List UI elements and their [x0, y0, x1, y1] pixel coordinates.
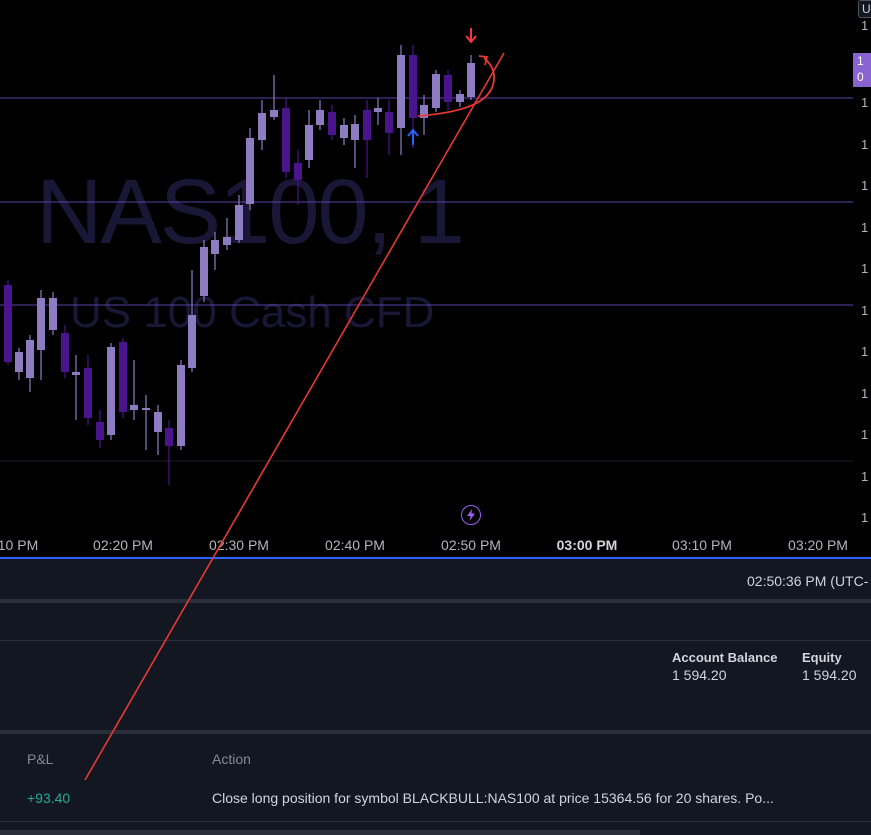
panel-separator — [0, 640, 871, 641]
candle-body — [37, 298, 45, 350]
candle-body — [340, 125, 348, 138]
price-tag-line-1: 1 — [857, 54, 864, 68]
candle-body — [305, 125, 313, 160]
candle-body — [142, 408, 150, 410]
column-header-pnl[interactable]: P&L — [27, 751, 53, 767]
account-balance-label: Account Balance — [672, 650, 778, 665]
price-tick: 1 — [861, 469, 869, 484]
candle-body — [119, 342, 127, 412]
candle-body — [467, 63, 475, 97]
candle-body — [294, 163, 302, 180]
candle-body — [200, 247, 208, 296]
price-tick: 1 — [861, 427, 869, 442]
candle-body — [154, 412, 162, 432]
sell-arrow-icon — [465, 28, 477, 44]
price-tick: 1 — [861, 386, 869, 401]
time-axis-label-bold: 03:00 PM — [556, 537, 618, 553]
candle-body — [188, 315, 196, 368]
candle-body — [4, 285, 12, 362]
pane-divider[interactable] — [0, 557, 871, 559]
candle-body — [61, 333, 69, 372]
time-axis-label: 03:20 PM — [788, 537, 848, 553]
buy-arrow-icon — [407, 128, 419, 145]
time-axis-label: 03:10 PM — [672, 537, 732, 553]
price-tick: 1 — [861, 344, 869, 359]
price-tick: 1 — [861, 510, 869, 525]
candle-body — [328, 112, 336, 135]
candle-body — [409, 55, 417, 118]
price-tick: 1 — [861, 95, 869, 110]
candle-body — [211, 240, 219, 254]
row-separator — [0, 821, 871, 822]
candle-body — [223, 237, 231, 245]
candle-body — [444, 75, 452, 102]
candlestick-chart[interactable] — [0, 0, 871, 557]
candle-body — [15, 352, 23, 372]
time-axis-label: 10 PM — [0, 537, 39, 553]
account-balance-value: 1 594.20 — [672, 667, 727, 683]
candle-body — [385, 112, 393, 133]
candle-body — [363, 110, 371, 140]
action-text: Close long position for symbol BLACKBULL… — [212, 790, 774, 806]
flash-icon[interactable] — [461, 505, 481, 525]
candle-body — [49, 298, 57, 330]
price-tick: 1 — [861, 220, 869, 235]
time-axis-label: 02:20 PM — [93, 537, 153, 553]
corner-button[interactable]: U — [858, 0, 871, 18]
time-axis-label: 02:30 PM — [209, 537, 269, 553]
candle-body — [432, 74, 440, 108]
candle-body — [177, 365, 185, 446]
candle-body — [165, 428, 173, 446]
equity-value: 1 594.20 — [802, 667, 857, 683]
candle-body — [316, 110, 324, 125]
candle-body — [72, 372, 80, 375]
panel-separator — [0, 599, 871, 603]
candle-body — [84, 368, 92, 418]
price-tick: 1 — [861, 178, 869, 193]
candle-body — [96, 422, 104, 440]
pnl-value: +93.40 — [27, 790, 71, 806]
candle-body — [420, 105, 428, 118]
candle-body — [235, 205, 243, 240]
candle-body — [130, 405, 138, 410]
candle-body — [351, 124, 359, 140]
column-header-action[interactable]: Action — [212, 751, 251, 767]
price-tick: 1 — [861, 137, 869, 152]
candle-body — [258, 113, 266, 140]
candle-body — [374, 108, 382, 112]
candle-body — [26, 340, 34, 378]
price-tick: 1 — [861, 18, 869, 33]
price-tick: 1 — [861, 261, 869, 276]
horizontal-scrollbar[interactable] — [0, 830, 640, 835]
candle-body — [456, 94, 464, 102]
candle-body — [282, 108, 290, 172]
candle-body — [397, 55, 405, 128]
panel-separator — [0, 730, 871, 734]
candle-body — [107, 347, 115, 435]
time-axis-label: 02:50 PM — [441, 537, 501, 553]
candle-body — [246, 138, 254, 204]
time-axis-label: 02:40 PM — [325, 537, 385, 553]
price-tag-line-2: 0 — [857, 70, 864, 84]
price-tick: 1 — [861, 303, 869, 318]
chart-area[interactable]: NAS100, 1 US 100 Cash CFD U 1 0 1 1 1 1 … — [0, 0, 871, 557]
clock-readout[interactable]: 02:50:36 PM (UTC- — [747, 573, 868, 589]
candle-body — [270, 110, 278, 117]
current-price-tag: 1 0 — [853, 53, 871, 87]
equity-label: Equity — [802, 650, 842, 665]
